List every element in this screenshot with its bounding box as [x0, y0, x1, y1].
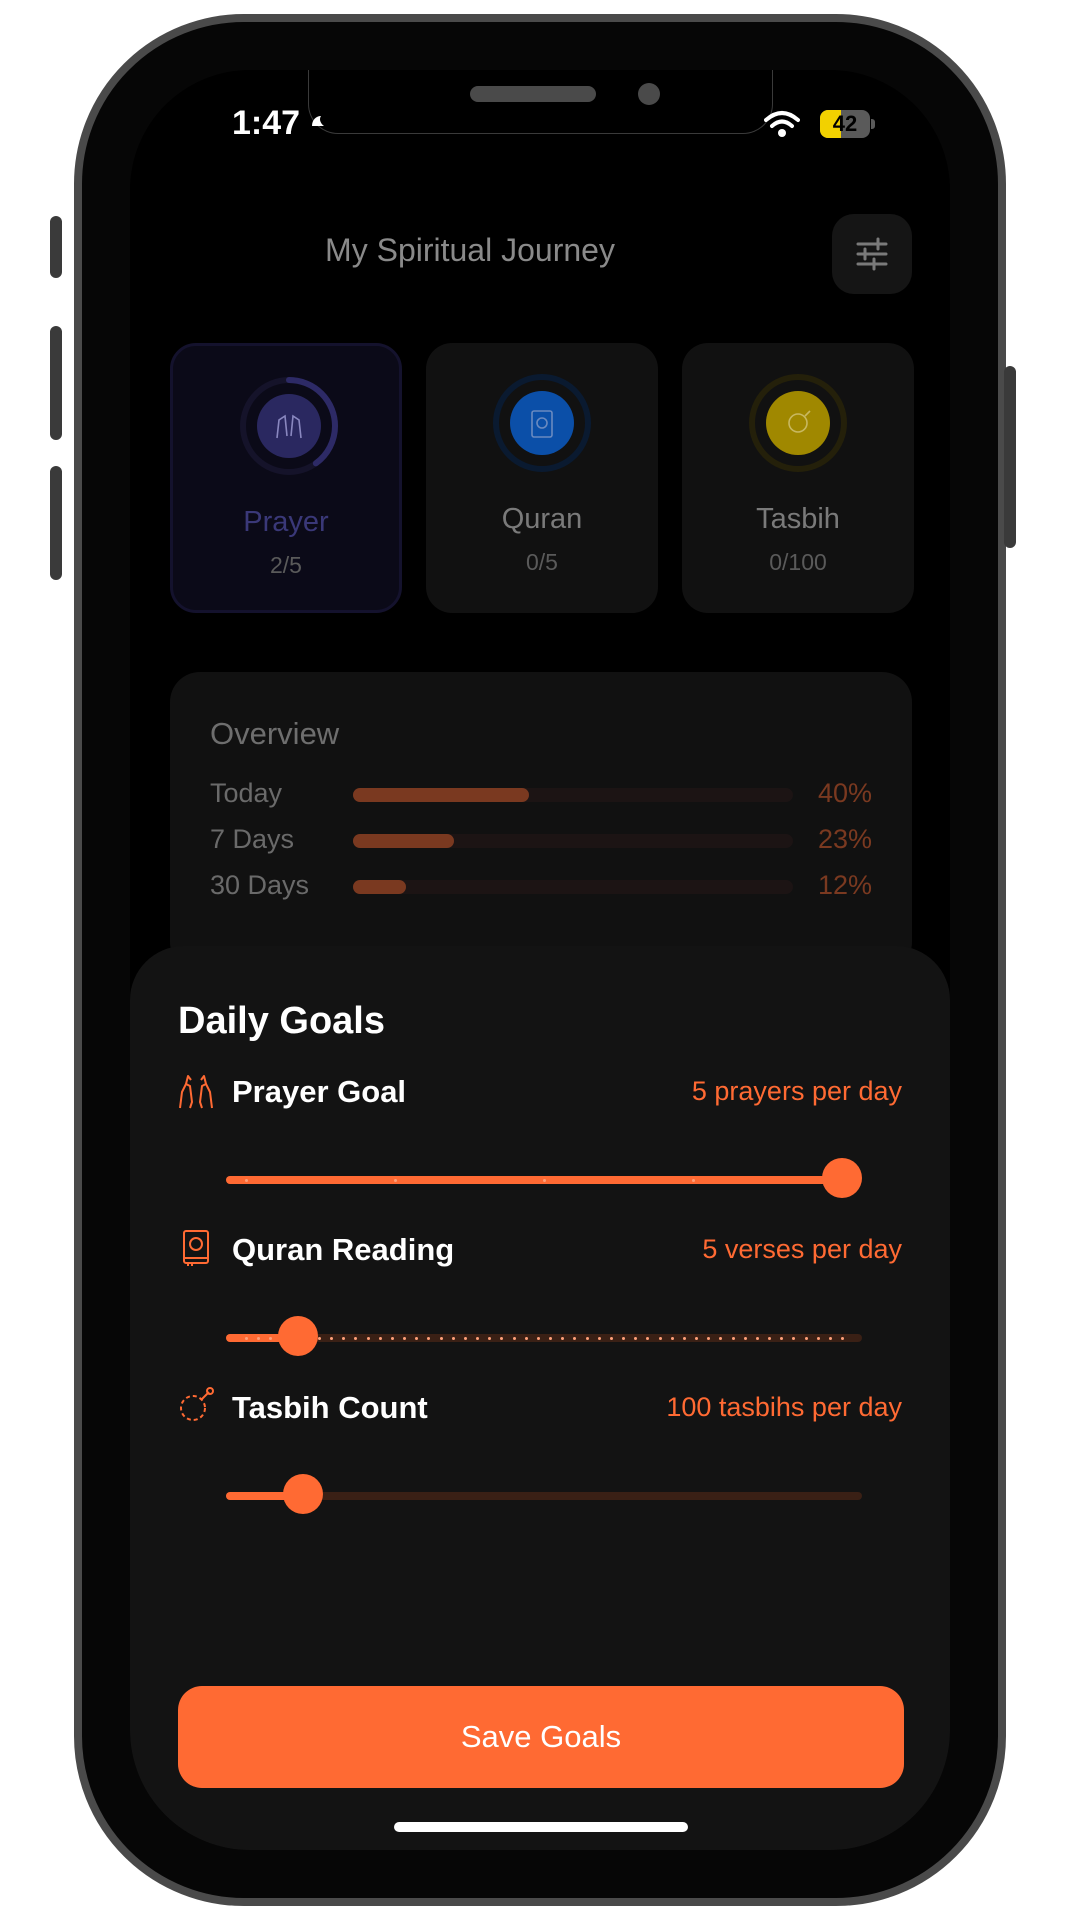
slider-tick: [743, 1337, 747, 1340]
moon-icon: [312, 116, 324, 126]
camera: [638, 83, 660, 105]
slider-tick: [536, 1337, 540, 1340]
slider-fill: [226, 1176, 842, 1184]
tasbih-progress-ring: [749, 374, 847, 472]
settings-button[interactable]: [832, 214, 912, 294]
quran-progress-ring: [493, 374, 591, 472]
goal-value-quran: 5 verses per day: [702, 1234, 902, 1264]
slider-tick: [245, 1337, 248, 1340]
overview-label: Today: [210, 778, 283, 808]
overview-track: [353, 880, 793, 894]
card-title: Tasbih: [756, 503, 840, 535]
slider-tick: [451, 1337, 455, 1340]
card-tasbih[interactable]: Tasbih 0/100: [682, 343, 914, 613]
notch: [308, 70, 773, 134]
slider-tick: [439, 1337, 443, 1340]
overview-track: [353, 834, 793, 848]
slider-thumb[interactable]: [277, 1316, 318, 1356]
slider-tick: [768, 1337, 772, 1340]
prayer-progress-ring: [240, 377, 338, 475]
status-time: 1:47: [232, 104, 301, 142]
save-goals-button[interactable]: Save Goals: [178, 1686, 904, 1788]
quran-reading-slider[interactable]: [226, 1316, 862, 1360]
page-title: My Spiritual Journey: [325, 232, 615, 268]
battery-icon: 42: [820, 110, 875, 138]
overview-fill: [353, 834, 455, 848]
slider-tick: [512, 1337, 516, 1340]
slider-thumb[interactable]: [822, 1158, 862, 1198]
overview-label: 7 Days: [210, 824, 295, 854]
overview-row-today: Today 40%: [210, 776, 872, 812]
slider-tick: [816, 1337, 820, 1340]
overview-label: 30 Days: [210, 870, 310, 900]
slider-tick: [524, 1337, 528, 1340]
slider-tick: [804, 1337, 808, 1340]
daily-goals-sheet: Daily Goals Prayer Goal 5 prayers per da…: [130, 946, 950, 1850]
card-title: Prayer: [243, 506, 329, 538]
slider-tick: [378, 1337, 382, 1340]
slider-tick: [245, 1179, 248, 1182]
slider-tick: [463, 1337, 467, 1340]
battery-level: 42: [832, 111, 858, 136]
goal-label-tasbih: Tasbih Count: [232, 1390, 428, 1425]
home-indicator: [394, 1822, 688, 1832]
slider-track: [226, 1334, 862, 1342]
card-prayer[interactable]: Prayer 2/5: [170, 343, 402, 613]
slider-tick: [755, 1337, 759, 1340]
overview-fill: [353, 788, 529, 802]
sliders-icon: [856, 237, 888, 271]
tasbih-beads-icon: [180, 1387, 214, 1421]
overview-percent: 40%: [817, 778, 872, 808]
goal-value-prayer: 5 prayers per day: [691, 1076, 902, 1106]
volume-up-button: [50, 326, 62, 440]
goal-label-prayer: Prayer Goal: [232, 1074, 407, 1109]
goal-label-quran: Quran Reading: [232, 1232, 455, 1267]
overview-row-30-days: 30 Days 12%: [210, 868, 872, 904]
slider-thumb[interactable]: [283, 1474, 324, 1514]
slider-tick: [390, 1337, 394, 1340]
slider-tick: [597, 1337, 601, 1340]
power-button: [1004, 366, 1016, 548]
overview-title: Overview: [210, 716, 340, 751]
overview-percent: 23%: [817, 824, 872, 854]
praying-hands-icon: [179, 1075, 213, 1109]
overview-card: Overview Today 40% 7 Days 23% 30 Days 12…: [170, 672, 912, 972]
quran-book-icon: [183, 1230, 209, 1266]
slider-tick: [394, 1179, 397, 1182]
slider-tick: [658, 1337, 662, 1340]
overview-percent: 12%: [817, 870, 872, 900]
overview-track: [353, 788, 793, 802]
card-quran[interactable]: Quran 0/5: [426, 343, 658, 613]
mute-switch: [50, 216, 62, 278]
speaker: [470, 86, 596, 102]
card-title: Quran: [501, 503, 583, 535]
screen: 1:47 42 My Spiritual Journey Prayer 2/5 …: [130, 70, 950, 1850]
overview-fill: [353, 880, 406, 894]
slider-tick: [317, 1337, 321, 1340]
volume-down-button: [50, 466, 62, 580]
slider-tick: [609, 1337, 613, 1340]
slider-tick: [731, 1337, 735, 1340]
sheet-title: Daily Goals: [178, 1000, 385, 1042]
card-count: 0/100: [769, 549, 827, 575]
slider-tick: [366, 1337, 370, 1340]
slider-tick: [543, 1179, 546, 1182]
prayer-goal-slider[interactable]: [226, 1158, 862, 1202]
slider-tick: [841, 1337, 844, 1340]
goal-value-tasbih: 100 tasbihs per day: [666, 1392, 902, 1422]
card-count: 2/5: [270, 552, 302, 578]
card-count: 0/5: [526, 549, 558, 575]
slider-tick: [692, 1179, 695, 1182]
tasbih-count-slider[interactable]: [226, 1474, 862, 1518]
slider-tick: [828, 1337, 832, 1340]
wifi-icon: [764, 111, 800, 137]
slider-tick: [682, 1337, 686, 1340]
slider-tick: [585, 1337, 589, 1340]
slider-tick: [670, 1337, 674, 1340]
overview-row-7-days: 7 Days 23%: [210, 822, 872, 858]
